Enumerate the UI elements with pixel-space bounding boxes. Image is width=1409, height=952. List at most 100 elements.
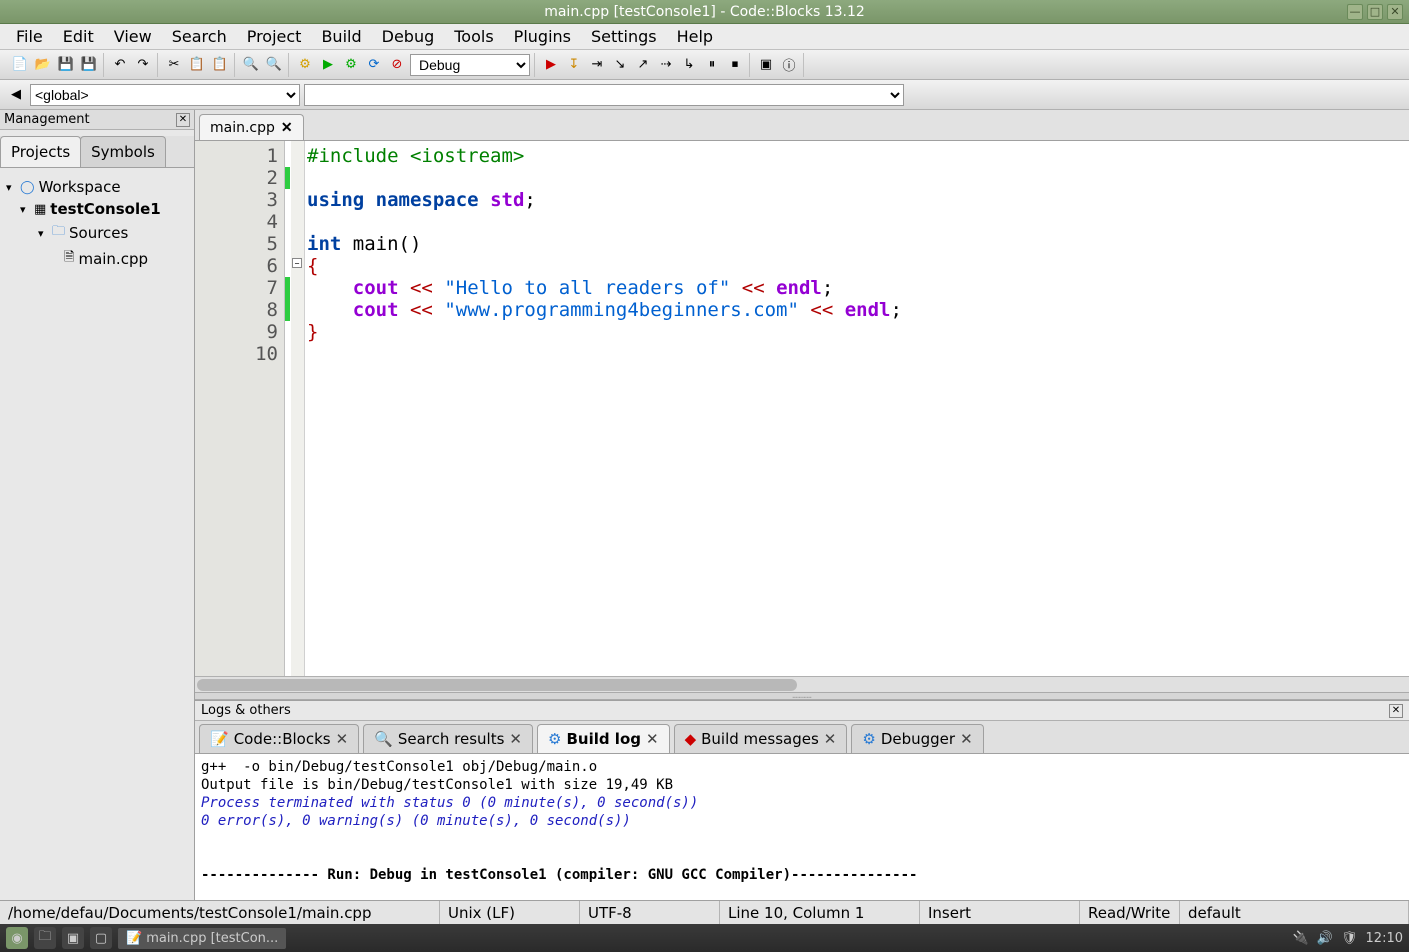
step-out-icon[interactable]: ↗ xyxy=(633,55,653,75)
step-into-icon[interactable]: ↘ xyxy=(610,55,630,75)
tab-close-icon[interactable]: ✕ xyxy=(824,730,837,748)
find-icon[interactable]: 🔍 xyxy=(241,55,261,75)
new-file-icon[interactable]: 📄 xyxy=(10,55,30,75)
scope-select[interactable]: <global> xyxy=(30,84,300,106)
status-eol: Unix (LF) xyxy=(440,901,580,924)
network-icon[interactable]: 🔌 xyxy=(1293,931,1309,946)
build-run-icon[interactable]: ⚙ xyxy=(341,55,361,75)
clock[interactable]: 12:10 xyxy=(1366,931,1403,946)
logs-title: Logs & others xyxy=(201,703,291,718)
copy-icon[interactable]: 📋 xyxy=(187,55,207,75)
status-readwrite: Read/Write xyxy=(1080,901,1180,924)
menu-project[interactable]: Project xyxy=(239,24,310,49)
build-icon[interactable]: ⚙ xyxy=(295,55,315,75)
window-close-button[interactable]: ✕ xyxy=(1387,4,1403,20)
redo-icon[interactable]: ↷ xyxy=(133,55,153,75)
menu-settings[interactable]: Settings xyxy=(583,24,665,49)
build-log-output[interactable]: g++ -o bin/Debug/testConsole1 obj/Debug/… xyxy=(195,754,1409,900)
project-tree: ▾◯ Workspace ▾▦ testConsole1 ▾🗀 Sources … xyxy=(0,168,194,280)
tree-sources[interactable]: ▾🗀 Sources xyxy=(6,220,188,246)
menu-file[interactable]: File xyxy=(8,24,51,49)
window-maximize-button[interactable]: □ xyxy=(1367,4,1383,20)
debugger-icon: ⚙ xyxy=(862,730,875,748)
menubar: File Edit View Search Project Build Debu… xyxy=(0,24,1409,50)
menu-help[interactable]: Help xyxy=(669,24,721,49)
log-tab-debugger[interactable]: ⚙Debugger✕ xyxy=(851,724,983,753)
volume-icon[interactable]: 🔊 xyxy=(1317,931,1333,946)
log-tab-codeblocks[interactable]: 📝Code::Blocks✕ xyxy=(199,724,359,753)
status-highlight: default xyxy=(1180,901,1409,924)
save-all-icon[interactable]: 💾 xyxy=(79,55,99,75)
logs-close-button[interactable]: ✕ xyxy=(1389,704,1403,718)
menu-tools[interactable]: Tools xyxy=(446,24,501,49)
window-titlebar: main.cpp [testConsole1] - Code::Blocks 1… xyxy=(0,0,1409,24)
log-tab-buildmsg[interactable]: ◆Build messages✕ xyxy=(674,724,848,753)
status-filepath: /home/defau/Documents/testConsole1/main.… xyxy=(0,901,440,924)
tab-projects[interactable]: Projects xyxy=(0,136,81,167)
open-file-icon[interactable]: 📂 xyxy=(33,55,53,75)
tab-symbols[interactable]: Symbols xyxy=(80,136,166,167)
next-instr-icon[interactable]: ⇢ xyxy=(656,55,676,75)
tree-file-main[interactable]: 🗎 main.cpp xyxy=(6,246,188,272)
log-tab-buildlog[interactable]: ⚙Build log✕ xyxy=(537,724,670,753)
window-minimize-button[interactable]: — xyxy=(1347,4,1363,20)
abort-icon[interactable]: ⊘ xyxy=(387,55,407,75)
run-icon[interactable]: ▶ xyxy=(318,55,338,75)
status-encoding: UTF-8 xyxy=(580,901,720,924)
editor-tab[interactable]: main.cpp ✕ xyxy=(199,114,304,140)
editor-hscrollbar[interactable] xyxy=(195,676,1409,692)
stop-debug-icon[interactable]: ⏹ xyxy=(725,55,745,75)
build-target-select[interactable]: Debug xyxy=(410,54,530,76)
menu-edit[interactable]: Edit xyxy=(55,24,102,49)
tree-workspace[interactable]: ▾◯ Workspace xyxy=(6,176,188,198)
break-debug-icon[interactable]: ⏸ xyxy=(702,55,722,75)
run-to-cursor-icon[interactable]: ↧ xyxy=(564,55,584,75)
menu-search[interactable]: Search xyxy=(164,24,235,49)
files-icon[interactable]: 🗀 xyxy=(34,927,56,949)
nav-back-icon[interactable]: ◀ xyxy=(6,85,26,105)
management-title: Management xyxy=(4,112,90,127)
shield-icon[interactable]: 🛡 xyxy=(1341,931,1358,946)
code-editor[interactable]: 12345678910 − #include <iostream> using … xyxy=(195,140,1409,676)
gear-icon: ⚙ xyxy=(548,730,561,748)
menu-debug[interactable]: Debug xyxy=(374,24,443,49)
menu-build[interactable]: Build xyxy=(313,24,369,49)
fold-marker-icon[interactable]: − xyxy=(292,258,302,268)
terminal-icon[interactable]: ▣ xyxy=(62,927,84,949)
splitter[interactable]: ┄┄┄┄ xyxy=(195,692,1409,700)
status-insert: Insert xyxy=(920,901,1080,924)
tree-project[interactable]: ▾▦ testConsole1 xyxy=(6,198,188,220)
line-number-gutter: 12345678910 xyxy=(195,141,285,676)
replace-icon[interactable]: 🔍 xyxy=(264,55,284,75)
menu-plugins[interactable]: Plugins xyxy=(506,24,579,49)
scope-toolbar: ◀ <global> xyxy=(0,80,1409,110)
os-taskbar: ◉ 🗀 ▣ ▢ 📝main.cpp [testCon... 🔌 🔊 🛡 12:1… xyxy=(0,924,1409,952)
next-line-icon[interactable]: ⇥ xyxy=(587,55,607,75)
paste-icon[interactable]: 📋 xyxy=(210,55,230,75)
start-menu-icon[interactable]: ◉ xyxy=(6,927,28,949)
cut-icon[interactable]: ✂ xyxy=(164,55,184,75)
debug-windows-icon[interactable]: ▣ xyxy=(756,55,776,75)
rebuild-icon[interactable]: ⟳ xyxy=(364,55,384,75)
status-bar: /home/defau/Documents/testConsole1/main.… xyxy=(0,900,1409,924)
save-icon[interactable]: 💾 xyxy=(56,55,76,75)
tab-close-icon[interactable]: ✕ xyxy=(509,730,522,748)
step-into-instr-icon[interactable]: ↳ xyxy=(679,55,699,75)
tab-close-icon[interactable]: ✕ xyxy=(646,730,659,748)
undo-icon[interactable]: ↶ xyxy=(110,55,130,75)
code-text[interactable]: #include <iostream> using namespace std;… xyxy=(305,141,1409,676)
tab-close-icon[interactable]: ✕ xyxy=(960,730,973,748)
taskbar-app[interactable]: 📝main.cpp [testCon... xyxy=(118,928,286,949)
show-desktop-icon[interactable]: ▢ xyxy=(90,927,112,949)
workspace-icon: ◯ xyxy=(20,180,35,195)
tab-close-icon[interactable]: ✕ xyxy=(336,730,349,748)
editor-tab-close-button[interactable]: ✕ xyxy=(281,119,293,136)
toolbar-row: 📄 📂 💾 💾 ↶ ↷ ✂ 📋 📋 🔍 🔍 ⚙ ▶ ⚙ ⟳ ⊘ Debug ▶ … xyxy=(0,50,1409,80)
log-tab-search[interactable]: 🔍Search results✕ xyxy=(363,724,533,753)
symbol-select[interactable] xyxy=(304,84,904,106)
debug-start-icon[interactable]: ▶ xyxy=(541,55,561,75)
menu-view[interactable]: View xyxy=(106,24,160,49)
fold-gutter[interactable]: − xyxy=(291,141,305,676)
management-close-button[interactable]: ✕ xyxy=(176,113,190,127)
info-icon[interactable]: ⓘ xyxy=(779,55,799,75)
